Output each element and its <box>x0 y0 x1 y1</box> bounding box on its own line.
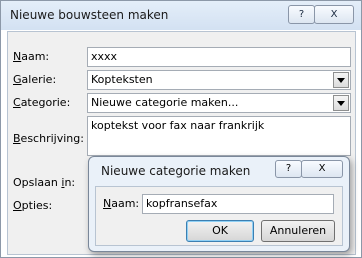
chevron-down-icon <box>337 78 345 83</box>
description-textarea[interactable]: koptekst voor fax naar frankrijk <box>87 116 351 156</box>
new-category-name-input[interactable]: kopfransefax <box>142 194 334 214</box>
help-icon: ? <box>298 9 305 20</box>
new-category-dialog: Nieuwe categorie maken ? X Naam: kopfran… <box>88 156 350 252</box>
help-icon: ? <box>285 163 292 174</box>
help-button[interactable]: ? <box>288 5 315 24</box>
new-category-dialog-title: Nieuwe categorie maken <box>101 164 251 178</box>
name-label: Naam: <box>13 50 50 63</box>
category-dropdown-button[interactable] <box>333 95 349 111</box>
close-icon: X <box>330 9 338 20</box>
description-label: Beschrijving: <box>13 132 84 145</box>
category-select-value: Nieuwe categorie maken... <box>91 96 239 109</box>
category-label: Categorie: <box>13 96 71 109</box>
new-category-help-button[interactable]: ? <box>275 160 302 178</box>
gallery-select-value: Kopteksten <box>91 73 153 86</box>
options-label: Opties: <box>13 199 53 212</box>
close-icon: X <box>318 163 326 174</box>
gallery-select[interactable]: Kopteksten <box>87 70 351 90</box>
close-button[interactable]: X <box>314 5 354 24</box>
ok-button[interactable]: OK <box>186 220 254 242</box>
new-category-close-button[interactable]: X <box>301 160 343 178</box>
gallery-label: Galerie: <box>13 73 57 86</box>
chevron-down-icon <box>337 101 345 106</box>
gallery-dropdown-button[interactable] <box>333 72 349 88</box>
category-select[interactable]: Nieuwe categorie maken... <box>87 93 351 113</box>
cancel-button[interactable]: Annuleren <box>261 220 335 242</box>
dialog-title: Nieuwe bouwsteen maken <box>10 8 169 22</box>
save-in-label: Opslaan in: <box>13 176 76 189</box>
new-category-client-area: Naam: kopfransefax OK Annuleren <box>95 186 343 246</box>
new-category-name-label: Naam: <box>103 197 140 210</box>
name-input[interactable]: xxxx <box>87 47 351 67</box>
dialog-titlebar: Nieuwe bouwsteen maken ? X <box>1 1 361 30</box>
